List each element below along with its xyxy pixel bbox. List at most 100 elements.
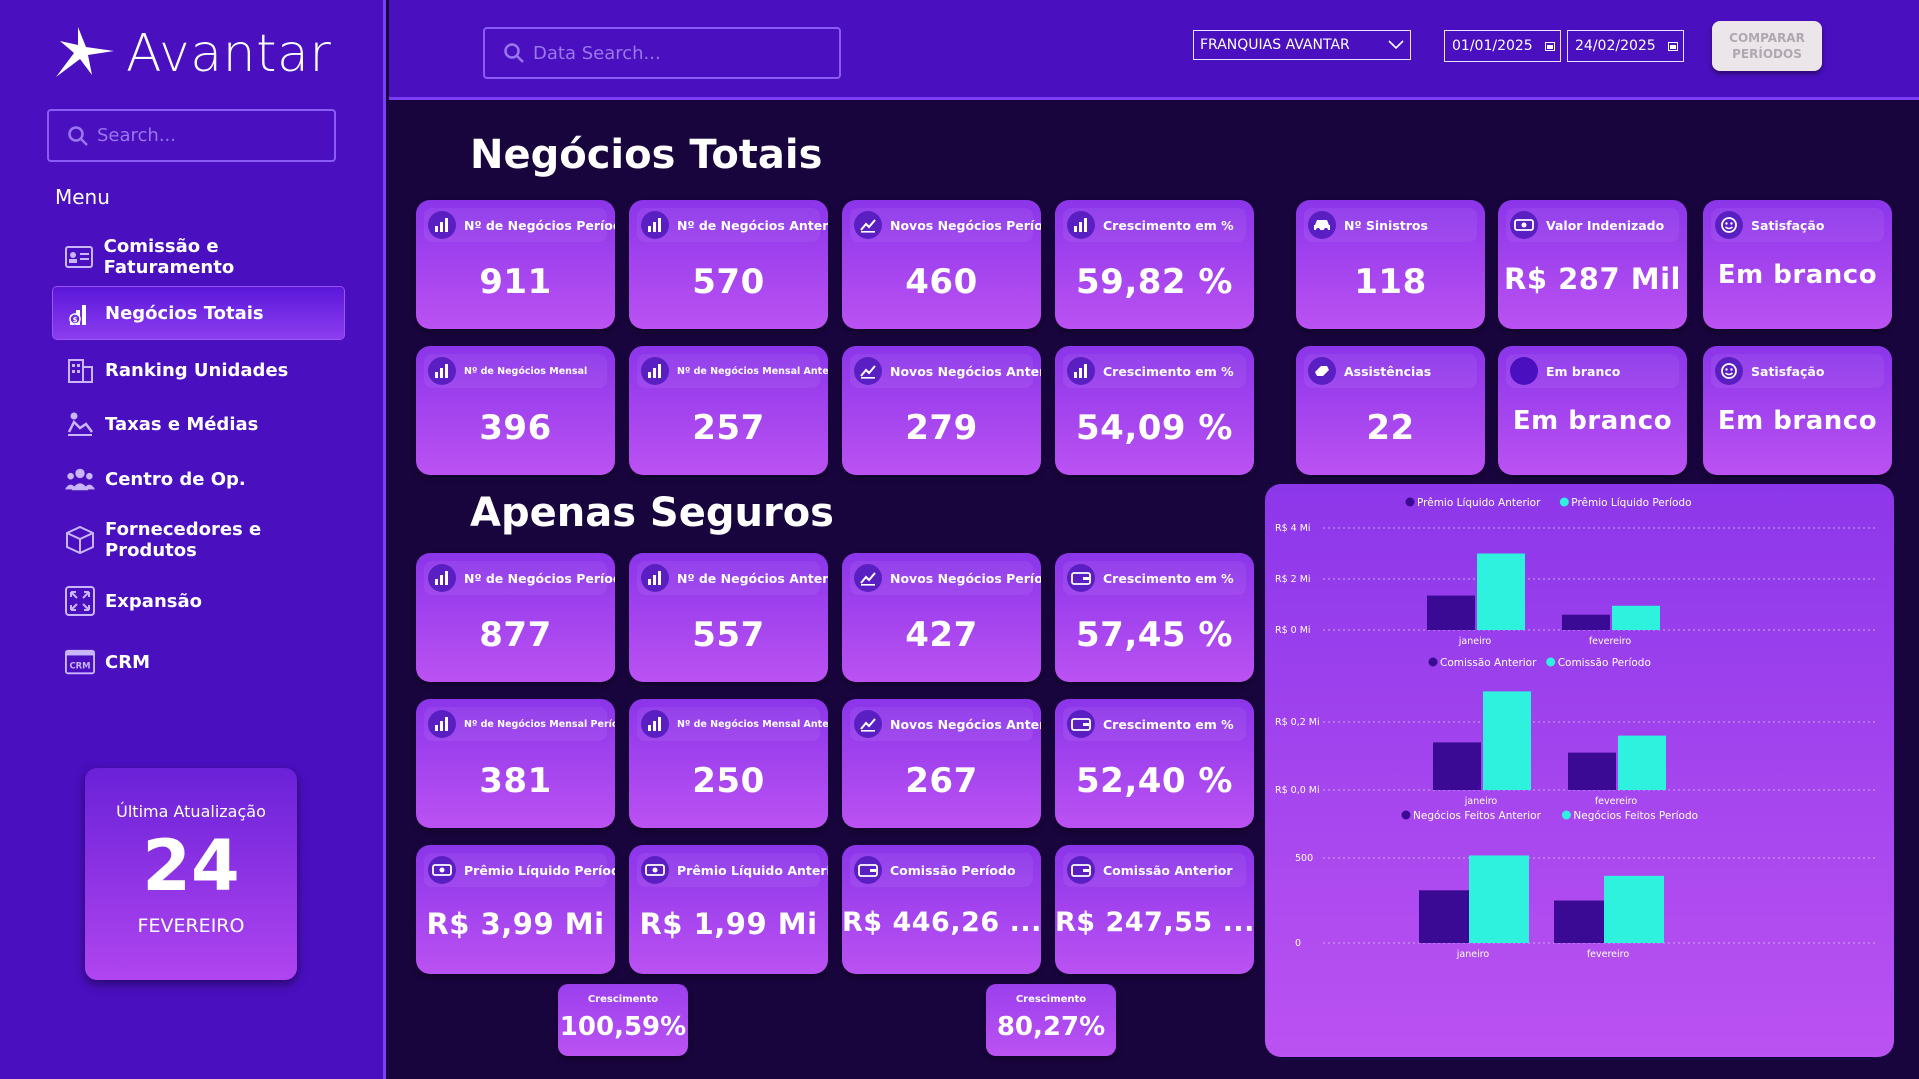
kpi-value: 460 xyxy=(905,262,978,302)
kpi-card-header: Satisfação xyxy=(1711,208,1884,242)
y-tick-label: 0 xyxy=(1295,938,1301,949)
logo-text: Avantar xyxy=(126,24,332,84)
kpi-card-total-6: Novos Negócios Anterior 279 xyxy=(842,346,1041,475)
sidebar-item-label: CRM xyxy=(105,651,150,673)
kpi-value: 54,09 % xyxy=(1076,408,1233,448)
kpi-label: Valor Indenizado xyxy=(1546,217,1665,233)
compare-periods-button[interactable]: COMPARAR PERÍODOS xyxy=(1712,21,1822,71)
legend-label-current: Comissão Período xyxy=(1558,657,1651,669)
chart-icon xyxy=(1067,357,1095,385)
last-update-card: Última Atualização 24 FEVEREIRO xyxy=(85,768,297,980)
box-icon xyxy=(65,525,95,555)
kpi-value: 59,82 % xyxy=(1076,262,1233,302)
svg-text:CRM: CRM xyxy=(69,661,90,671)
sidebar-item-negocios-totais[interactable]: $ Negócios Totais xyxy=(53,287,344,339)
car-icon xyxy=(1308,211,1336,239)
kpi-card-claims-1: Valor Indenizado R$ 287 Mil xyxy=(1498,200,1687,329)
kpi-card-total-7: Crescimento em % 54,09 % xyxy=(1055,346,1254,475)
sidebar-item-label: Comissão e Faturamento xyxy=(103,236,235,278)
chart-icon xyxy=(428,211,456,239)
chart-icon xyxy=(641,564,669,592)
sidebar-item-centro-op[interactable]: Centro de Op. xyxy=(53,453,344,505)
y-tick-label: R$ 0 Mi xyxy=(1275,625,1311,636)
kpi-value: 396 xyxy=(479,408,552,448)
kpi-card-header: Nº de Negócios Anterior xyxy=(637,561,828,595)
kpi-label: Novos Negócios Anterior xyxy=(890,363,1041,379)
growth-value: 80,27% xyxy=(996,1012,1106,1042)
wallet-icon xyxy=(1067,856,1095,884)
legend-swatch-current xyxy=(1559,497,1569,507)
growth-label: Crescimento xyxy=(1015,994,1087,1005)
sidebar-search[interactable] xyxy=(47,109,336,162)
x-tick-label: fevereiro xyxy=(1587,949,1630,960)
kpi-card-insurance-4: Nº de Negócios Mensal Período 381 xyxy=(416,699,615,828)
kpi-value: 570 xyxy=(692,262,765,302)
expand-icon xyxy=(65,586,95,616)
kpi-card-header: Novos Negócios Anterior xyxy=(850,354,1041,388)
kpi-value: Em branco xyxy=(1717,260,1878,290)
kpi-label: Assistências xyxy=(1344,363,1432,379)
kpi-label: Em branco xyxy=(1546,363,1621,379)
kpi-card-claims-2: Satisfação Em branco xyxy=(1703,200,1892,329)
kpi-card-insurance-3: Crescimento em % 57,45 % xyxy=(1055,553,1254,682)
search-icon xyxy=(68,125,88,146)
calendar-icon[interactable] xyxy=(1668,41,1678,51)
legend-swatch-current xyxy=(1546,657,1556,667)
legend-swatch-previous xyxy=(1428,657,1438,667)
sidebar-item-expansao[interactable]: Expansão xyxy=(53,575,344,627)
sidebar-item-fornecedores[interactable]: Fornecedores e Produtos xyxy=(53,514,344,566)
sidebar-item-label: Ranking Unidades xyxy=(105,359,289,381)
wallet-icon xyxy=(1067,564,1095,592)
kpi-card-header: Novos Negócios Período xyxy=(850,208,1041,242)
kpi-value: 279 xyxy=(905,408,978,448)
kpi-label: Crescimento em % xyxy=(1103,716,1234,732)
sidebar-item-ranking[interactable]: Ranking Unidades xyxy=(53,344,344,396)
kpi-card-header: Assistências xyxy=(1304,354,1477,388)
kpi-value: 257 xyxy=(692,408,765,448)
hand-icon xyxy=(1308,357,1336,385)
data-search[interactable] xyxy=(483,27,841,79)
avantar-logo[interactable]: Avantar xyxy=(52,24,331,84)
percent-user-icon xyxy=(65,409,95,439)
kpi-value: 118 xyxy=(1354,262,1427,302)
kpi-label: Nº de Negócios Mensal Anterior xyxy=(677,365,828,377)
kpi-card-insurance-1: Nº de Negócios Anterior 557 xyxy=(629,553,828,682)
date-end-value: 24/02/2025 xyxy=(1575,38,1656,54)
bar-previous xyxy=(1568,752,1616,790)
trend-icon xyxy=(854,357,882,385)
sidebar-item-taxas[interactable]: Taxas e Médias xyxy=(53,398,344,450)
kpi-value: R$ 3,99 Mi xyxy=(426,907,605,941)
kpi-value: 557 xyxy=(692,615,765,655)
calendar-icon[interactable] xyxy=(1545,41,1555,51)
sidebar-search-input[interactable] xyxy=(97,125,317,146)
kpi-value: 250 xyxy=(692,761,765,801)
sidebar-item-comissao[interactable]: Comissão e Faturamento xyxy=(53,231,344,283)
kpi-value: 381 xyxy=(479,761,552,801)
kpi-card-insurance-0: Nº de Negócios Período 877 xyxy=(416,553,615,682)
kpi-label: Prêmio Líquido Anterior xyxy=(677,862,828,878)
date-start-input[interactable]: 01/01/2025 xyxy=(1444,30,1561,62)
blank-icon xyxy=(1510,357,1538,385)
kpi-card-header: Satisfação xyxy=(1711,354,1884,388)
y-tick-label: R$ 4 Mi xyxy=(1275,523,1311,534)
avantar-logo-icon xyxy=(56,27,114,77)
date-end-input[interactable]: 24/02/2025 xyxy=(1567,30,1684,62)
franchise-select[interactable]: FRANQUIAS AVANTAR xyxy=(1193,30,1411,60)
chart-icon xyxy=(428,710,456,738)
sidebar-item-crm[interactable]: CRM CRM xyxy=(53,636,344,688)
kpi-card-header: Nº de Negócios Período xyxy=(424,561,615,595)
kpi-card-header: Comissão Anterior xyxy=(1063,853,1246,887)
kpi-card-header: Prêmio Líquido Período xyxy=(424,853,615,887)
star-icon xyxy=(1715,211,1743,239)
kpi-value: Em branco xyxy=(1512,406,1673,436)
last-update-label: Última Atualização xyxy=(116,802,266,821)
legend-label-current: Prêmio Líquido Período xyxy=(1571,497,1691,509)
kpi-card-insurance-8: Prêmio Líquido Período R$ 3,99 Mi xyxy=(416,845,615,974)
x-tick-label: janeiro xyxy=(1464,796,1498,807)
legend-label-current: Negócios Feitos Período xyxy=(1573,810,1698,822)
kpi-value: R$ 446,26 ... xyxy=(842,907,1041,938)
kpi-card-header: Crescimento em % xyxy=(1063,208,1246,242)
chart-icon xyxy=(428,357,456,385)
data-search-input[interactable] xyxy=(533,42,813,64)
kpi-value: 52,40 % xyxy=(1076,761,1233,801)
